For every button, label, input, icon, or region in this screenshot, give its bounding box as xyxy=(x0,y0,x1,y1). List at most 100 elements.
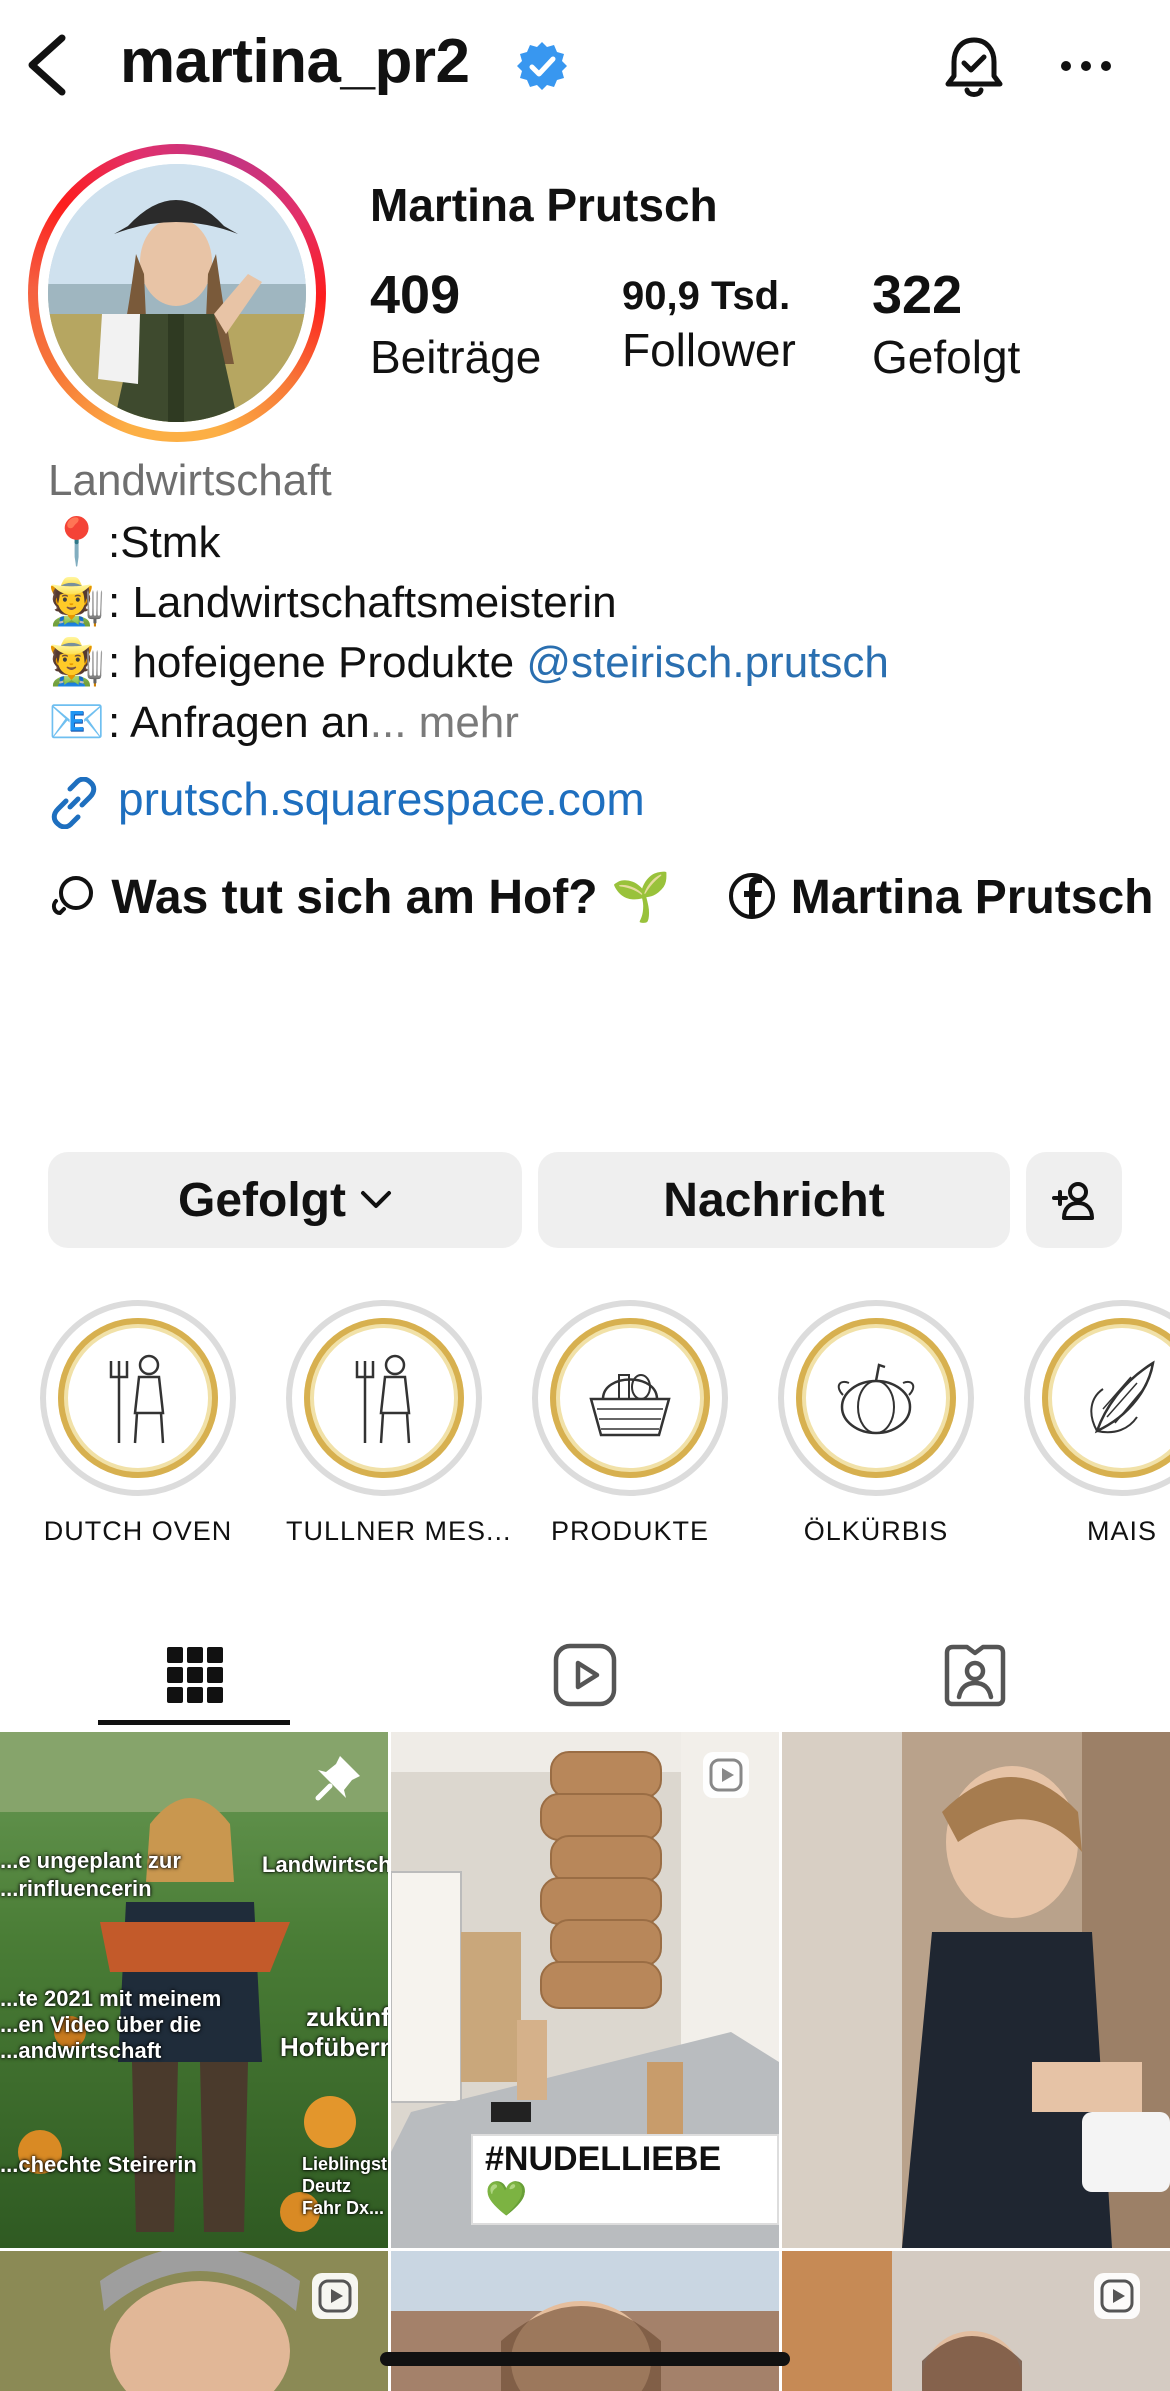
highlight-label: PRODUKTE xyxy=(550,1516,710,1546)
post-overlay-text: ...chechte Steirerin xyxy=(0,2152,197,2177)
stat-following[interactable]: 322 Gefolgt xyxy=(872,264,1020,384)
threads-chat-icon xyxy=(51,876,93,916)
post-thumbnail[interactable]: ...e ungeplant zur ...rinfluencerin Land… xyxy=(0,1732,388,2248)
stat-posts[interactable]: 409 Beiträge xyxy=(370,264,541,384)
bio-more-button[interactable]: mehr xyxy=(419,698,519,747)
basket-icon xyxy=(589,1374,671,1437)
post-image xyxy=(782,2251,1170,2391)
post-thumbnail[interactable] xyxy=(0,2251,388,2391)
farmer-emoji-icon: 🧑‍🌾 xyxy=(48,575,106,627)
profile-username: martina_pr2 xyxy=(120,27,470,96)
farmer-pitchfork-icon xyxy=(109,1354,165,1444)
bio-text: :Stmk xyxy=(108,518,221,567)
tab-reels[interactable] xyxy=(390,1620,780,1730)
verified-badge-icon xyxy=(517,42,567,90)
bio-mention-link[interactable]: @steirisch.prutsch xyxy=(526,638,889,687)
website-link-text: prutsch.squarespace.com xyxy=(118,773,645,825)
chevron-down-icon xyxy=(360,1191,391,1208)
message-button[interactable]: Nachricht xyxy=(538,1152,1010,1248)
following-button-label: Gefolgt xyxy=(178,1173,346,1227)
stat-following-label: Gefolgt xyxy=(872,331,1021,383)
highlight-cover xyxy=(58,1318,218,1478)
farmer-emoji-icon: 🧑‍🌾 xyxy=(48,635,106,687)
post-overlay-text: ...andwirtschaft xyxy=(0,2038,162,2063)
more-options-icon[interactable] xyxy=(1058,46,1114,86)
post-thumbnail[interactable]: #NUDELLIEBE 💚 xyxy=(391,1732,779,2248)
following-button[interactable]: Gefolgt xyxy=(48,1152,522,1248)
facebook-link[interactable]: Martina Prutsch xyxy=(727,871,1153,924)
post-image xyxy=(391,2251,779,2391)
bio-text: : Anfragen an xyxy=(108,698,370,747)
bio-ellipsis: ... xyxy=(369,698,419,747)
highlight-item[interactable]: ÖLKÜRBIS xyxy=(778,1300,974,1547)
avatar-border xyxy=(38,154,316,432)
notifications-bell-icon[interactable] xyxy=(940,34,1008,102)
post-overlay-text: Landwirtschaftsme... xyxy=(262,1852,388,1877)
home-indicator[interactable] xyxy=(380,2352,790,2366)
display-name: Martina Prutsch xyxy=(370,179,718,231)
highlight-ring xyxy=(1024,1300,1170,1496)
highlight-cover xyxy=(796,1318,956,1478)
reels-icon xyxy=(553,1643,617,1707)
reel-badge-icon xyxy=(1094,2273,1140,2319)
grid-icon xyxy=(167,1647,223,1703)
highlight-item[interactable]: MAIS xyxy=(1024,1300,1170,1547)
post-thumbnail[interactable] xyxy=(782,1732,1170,2248)
top-bar: martina_pr2 xyxy=(0,0,1170,134)
highlight-label: DUTCH OVEN xyxy=(43,1516,233,1546)
post-overlay-text: Lieblingstrak... xyxy=(302,2154,388,2174)
facebook-link-label: Martina Prutsch xyxy=(790,871,1154,924)
profile-avatar[interactable] xyxy=(48,164,306,422)
highlight-item[interactable]: PRODUKTE xyxy=(532,1300,728,1547)
post-overlay-text: ...rinfluencerin xyxy=(0,1876,152,1901)
profile-category: Landwirtschaft xyxy=(48,456,332,505)
post-caption-overlay: #NUDELLIEBE 💚 xyxy=(471,2134,779,2225)
stat-followers[interactable]: 90,9 Tsd. Follower xyxy=(622,264,796,377)
suggested-users-button[interactable] xyxy=(1026,1152,1122,1248)
link-icon xyxy=(51,776,97,829)
farmer-pitchfork-icon xyxy=(355,1354,411,1444)
highlight-label: MAIS xyxy=(1086,1516,1157,1546)
bio-line-products: 🧑‍🌾: hofeigene Produkte @steirisch.pruts… xyxy=(48,634,889,689)
bio-text: : Landwirtschaftsmeisterin xyxy=(108,578,617,627)
post-thumbnail[interactable] xyxy=(391,2251,779,2391)
post-overlay-text: ...te 2021 mit meinem xyxy=(0,1986,222,2011)
tagged-person-icon xyxy=(944,1644,1006,1707)
tab-posts[interactable] xyxy=(0,1620,390,1730)
highlight-item[interactable]: DUTCH OVEN xyxy=(40,1300,236,1547)
message-button-label: Nachricht xyxy=(663,1173,885,1227)
highlight-label: TULLNER MES... xyxy=(286,1516,512,1546)
threads-link[interactable]: Was tut sich am Hof? 🌱 xyxy=(48,871,684,924)
bio-line-contact: 📧: Anfragen an... mehr xyxy=(48,694,519,749)
story-ring[interactable] xyxy=(28,144,326,442)
reel-badge-icon xyxy=(703,1752,749,1798)
facebook-icon xyxy=(729,873,776,919)
avatar-photo xyxy=(48,164,306,422)
active-tab-indicator xyxy=(98,1720,290,1725)
highlight-cover xyxy=(550,1318,710,1478)
post-overlay-text: zukünftige xyxy=(306,2002,388,2032)
threads-link-label: Was tut sich am Hof? 🌱 xyxy=(111,871,671,924)
stat-following-value: 322 xyxy=(872,265,963,325)
post-overlay-text: Deutz Fahr Dx... xyxy=(302,2176,385,2218)
profile-extra-links: Was tut sich am Hof? 🌱 Martina Prutsch xyxy=(48,868,1153,925)
pin-icon xyxy=(315,1756,360,1801)
post-overlay-text: Hofübernehm... xyxy=(280,2032,388,2062)
highlight-label: ÖLKÜRBIS xyxy=(803,1516,949,1546)
tab-tagged[interactable] xyxy=(780,1620,1170,1730)
post-image xyxy=(782,1732,1170,2248)
stat-posts-value: 409 xyxy=(370,265,461,325)
highlight-item[interactable]: TULLNER MES... xyxy=(286,1300,512,1547)
stat-followers-value: 90,9 Tsd. xyxy=(622,274,791,318)
reel-badge-icon xyxy=(312,2273,358,2319)
post-overlay-text: ...e ungeplant zur xyxy=(0,1848,181,1873)
corn-icon xyxy=(1090,1360,1155,1434)
highlight-cover xyxy=(304,1318,464,1478)
pumpkin-icon xyxy=(837,1363,915,1435)
post-thumbnail[interactable] xyxy=(782,2251,1170,2391)
profile-website-link[interactable]: prutsch.squarespace.com xyxy=(48,772,645,829)
back-icon[interactable] xyxy=(22,30,72,100)
bio-line-profession: 🧑‍🌾: Landwirtschaftsmeisterin xyxy=(48,574,617,629)
stat-posts-label: Beiträge xyxy=(370,331,542,383)
highlight-ring xyxy=(532,1300,728,1496)
